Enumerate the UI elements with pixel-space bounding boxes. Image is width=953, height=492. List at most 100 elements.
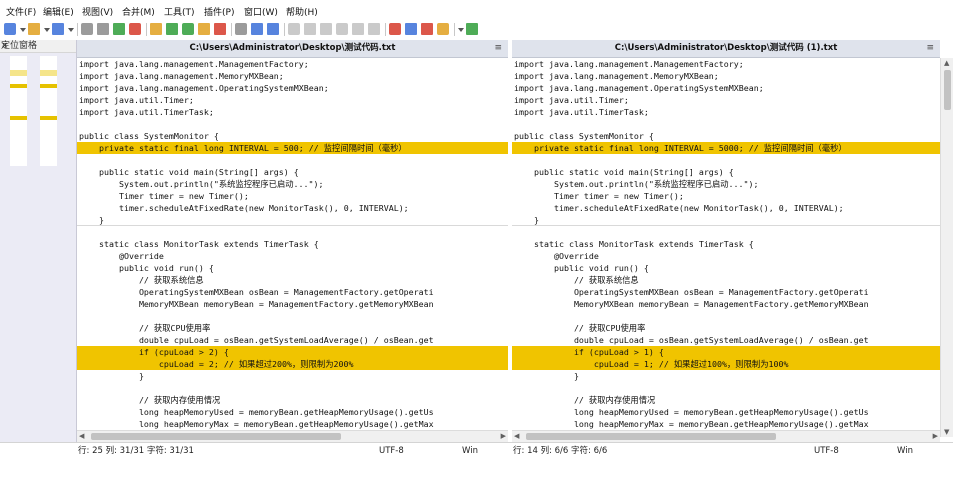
- bookmark-icon[interactable]: [421, 23, 433, 35]
- right-pane-menu-icon[interactable]: ≡: [926, 40, 934, 57]
- code-line[interactable]: MemoryMXBean memoryBean = ManagementFact…: [512, 298, 940, 310]
- copy-left-icon[interactable]: [320, 23, 332, 35]
- code-line[interactable]: timer.scheduleAtFixedRate(new MonitorTas…: [77, 202, 508, 214]
- location-bar-right[interactable]: [40, 56, 57, 166]
- code-line[interactable]: cpuLoad = 1; // 如果超过100%，则限制为100%: [512, 358, 940, 370]
- scroll-right-icon[interactable]: ▶: [933, 431, 938, 442]
- vertical-scrollbar[interactable]: ▲ ▼: [940, 58, 953, 437]
- code-line[interactable]: import java.lang.management.OperatingSys…: [512, 82, 940, 94]
- scroll-left-icon[interactable]: ◀: [79, 431, 84, 442]
- first-diff-icon[interactable]: [288, 23, 300, 35]
- menu-plugins[interactable]: 插件(P): [204, 8, 234, 19]
- plugin-icon[interactable]: [466, 23, 478, 35]
- compare-icon[interactable]: [129, 23, 141, 35]
- code-line[interactable]: double cpuLoad = osBean.getSystemLoadAve…: [512, 334, 940, 346]
- code-line[interactable]: System.out.println("系统监控程序已启动...");: [512, 178, 940, 190]
- dropdown-arrow-icon[interactable]: [68, 28, 74, 32]
- save-icon[interactable]: [52, 23, 64, 35]
- left-file-pane[interactable]: C:\Users\Administrator\Desktop\测试代码.txt …: [77, 40, 508, 458]
- code-line[interactable]: System.out.println("系统监控程序已启动...");: [77, 178, 508, 190]
- code-line[interactable]: private static final long INTERVAL = 500…: [512, 142, 940, 154]
- code-line[interactable]: [77, 226, 508, 238]
- code-line[interactable]: static class MonitorTask extends TimerTa…: [512, 238, 940, 250]
- code-line[interactable]: }: [77, 214, 508, 226]
- new-file-icon[interactable]: [4, 23, 16, 35]
- merge-all-icon[interactable]: [182, 23, 194, 35]
- code-line[interactable]: [512, 154, 940, 166]
- code-line[interactable]: import java.lang.management.ManagementFa…: [512, 58, 940, 70]
- menu-tools[interactable]: 工具(T): [164, 8, 195, 19]
- code-line[interactable]: public void run() {: [77, 262, 508, 274]
- code-line[interactable]: }: [512, 214, 940, 226]
- code-line[interactable]: OperatingSystemMXBean osBean = Managemen…: [512, 286, 940, 298]
- code-line[interactable]: MemoryMXBean memoryBean = ManagementFact…: [77, 298, 508, 310]
- left-pane-menu-icon[interactable]: ≡: [494, 40, 502, 57]
- menu-edit[interactable]: 编辑(E): [43, 8, 74, 19]
- right-horizontal-scrollbar[interactable]: ◀ ▶: [512, 430, 940, 442]
- menu-window[interactable]: 窗口(W): [244, 8, 278, 19]
- code-line[interactable]: // 获取CPU使用率: [512, 322, 940, 334]
- code-line[interactable]: [77, 310, 508, 322]
- code-line[interactable]: // 获取系统信息: [512, 274, 940, 286]
- scrollbar-thumb[interactable]: [91, 433, 341, 440]
- code-line[interactable]: public static void main(String[] args) {: [77, 166, 508, 178]
- code-line[interactable]: static class MonitorTask extends TimerTa…: [77, 238, 508, 250]
- code-line[interactable]: import java.lang.management.MemoryMXBean…: [512, 70, 940, 82]
- scroll-up-icon[interactable]: ▲: [944, 59, 949, 67]
- code-line[interactable]: [512, 226, 940, 238]
- code-line[interactable]: long heapMemoryMax = memoryBean.getHeapM…: [77, 418, 508, 430]
- code-line[interactable]: // 获取系统信息: [77, 274, 508, 286]
- code-line[interactable]: }: [77, 370, 508, 382]
- undo-icon[interactable]: [81, 23, 93, 35]
- left-code-editor[interactable]: import java.lang.management.ManagementFa…: [77, 58, 508, 468]
- code-line[interactable]: public void run() {: [512, 262, 940, 274]
- toggle-panel-icon[interactable]: [405, 23, 417, 35]
- code-line[interactable]: import java.util.TimerTask;: [77, 106, 508, 118]
- code-line[interactable]: Timer timer = new Timer();: [512, 190, 940, 202]
- scrollbar-thumb[interactable]: [526, 433, 776, 440]
- close-icon[interactable]: ×: [1, 40, 9, 52]
- options-icon[interactable]: [150, 23, 162, 35]
- settings-icon[interactable]: [437, 23, 449, 35]
- copy-right-icon[interactable]: [336, 23, 348, 35]
- code-line[interactable]: if (cpuLoad > 2) {: [77, 346, 508, 358]
- code-line[interactable]: }: [512, 370, 940, 382]
- view-icon[interactable]: [235, 23, 247, 35]
- code-line[interactable]: import java.util.TimerTask;: [512, 106, 940, 118]
- menu-view[interactable]: 视图(V): [82, 8, 113, 19]
- code-line[interactable]: timer.scheduleAtFixedRate(new MonitorTas…: [512, 202, 940, 214]
- code-line[interactable]: // 获取内存使用情况: [512, 394, 940, 406]
- code-line[interactable]: double cpuLoad = osBean.getSystemLoadAve…: [77, 334, 508, 346]
- code-line[interactable]: import java.lang.management.ManagementFa…: [77, 58, 508, 70]
- previous-diff-icon[interactable]: [251, 23, 263, 35]
- copy-all-left-icon[interactable]: [352, 23, 364, 35]
- dropdown-arrow-icon[interactable]: [458, 28, 464, 32]
- code-line[interactable]: // 获取CPU使用率: [77, 322, 508, 334]
- code-line[interactable]: import java.lang.management.MemoryMXBean…: [77, 70, 508, 82]
- highlight-icon[interactable]: [198, 23, 210, 35]
- code-line[interactable]: long heapMemoryUsed = memoryBean.getHeap…: [77, 406, 508, 418]
- code-line[interactable]: @Override: [512, 250, 940, 262]
- next-file-icon[interactable]: [389, 23, 401, 35]
- code-line[interactable]: long heapMemoryMax = memoryBean.getHeapM…: [512, 418, 940, 430]
- right-file-pane[interactable]: C:\Users\Administrator\Desktop\测试代码 (1).…: [512, 40, 940, 458]
- code-line[interactable]: [512, 382, 940, 394]
- menu-file[interactable]: 文件(F): [6, 8, 36, 19]
- dropdown-arrow-icon[interactable]: [20, 28, 26, 32]
- last-diff-icon[interactable]: [304, 23, 316, 35]
- code-line[interactable]: cpuLoad = 2; // 如果超过200%，则限制为200%: [77, 358, 508, 370]
- code-line[interactable]: import java.util.Timer;: [77, 94, 508, 106]
- code-line[interactable]: if (cpuLoad > 1) {: [512, 346, 940, 358]
- right-code-editor[interactable]: import java.lang.management.ManagementFa…: [512, 58, 940, 468]
- code-line[interactable]: @Override: [77, 250, 508, 262]
- copy-all-right-icon[interactable]: [368, 23, 380, 35]
- merge-icon[interactable]: [166, 23, 178, 35]
- scroll-left-icon[interactable]: ◀: [514, 431, 519, 442]
- code-line[interactable]: import java.lang.management.OperatingSys…: [77, 82, 508, 94]
- scroll-down-icon[interactable]: ▼: [944, 428, 949, 436]
- scrollbar-thumb[interactable]: [944, 70, 951, 110]
- code-line[interactable]: [77, 154, 508, 166]
- code-line[interactable]: OperatingSystemMXBean osBean = Managemen…: [77, 286, 508, 298]
- open-folder-icon[interactable]: [28, 23, 40, 35]
- left-horizontal-scrollbar[interactable]: ◀ ▶: [77, 430, 508, 442]
